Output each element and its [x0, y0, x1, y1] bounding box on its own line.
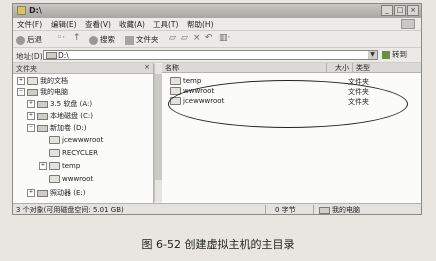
- folders-pane-header: 文件夹 ×: [13, 63, 153, 74]
- menu-edit[interactable]: 编辑(E): [51, 19, 77, 30]
- maximize-button[interactable]: □: [394, 5, 406, 16]
- chevron-down-icon[interactable]: ▼: [368, 51, 377, 59]
- undo-icon[interactable]: ↶: [205, 33, 213, 43]
- tree-item-floppy[interactable]: +3.5 软盘 (A:): [27, 99, 92, 109]
- folder-icon: [49, 162, 60, 170]
- expand-icon[interactable]: +: [27, 100, 35, 108]
- computer-icon: [319, 206, 330, 214]
- column-header-type[interactable]: 类型: [353, 63, 421, 73]
- tree-item-wwwroot[interactable]: wwwroot: [49, 175, 93, 183]
- status-location: 我的电脑: [319, 205, 360, 214]
- folder-icon: [27, 77, 38, 85]
- go-arrow-icon: [382, 51, 390, 59]
- menu-bar: 文件(F) 编辑(E) 查看(V) 收藏(A) 工具(T) 帮助(H): [13, 18, 421, 31]
- minimize-button[interactable]: _: [381, 5, 393, 16]
- tree-item-my-documents[interactable]: + 我的文档: [17, 76, 68, 86]
- menu-help[interactable]: 帮助(H): [187, 19, 214, 30]
- tree-item-jcewwwroot[interactable]: jcewwwroot: [49, 136, 103, 144]
- folder-icon: [49, 136, 60, 144]
- status-bar: 3 个对象(可用磁盘空间: 5.01 GB) 0 字节 我的电脑: [13, 203, 421, 214]
- status-divider: [313, 205, 314, 214]
- status-divider: [265, 205, 266, 214]
- collapse-icon[interactable]: −: [17, 88, 25, 96]
- title-bar: D:\ _ □ ×: [13, 4, 421, 18]
- computer-icon: [27, 88, 38, 96]
- back-arrow-icon: [16, 35, 25, 45]
- go-button[interactable]: 转到: [382, 50, 412, 60]
- copy-to-icon[interactable]: ▱: [181, 33, 188, 43]
- floppy-icon: [37, 100, 48, 108]
- folder-icon: [170, 77, 181, 85]
- menu-file[interactable]: 文件(F): [17, 19, 42, 30]
- search-icon: [89, 35, 98, 45]
- highlight-oval: [168, 80, 408, 128]
- address-label: 地址(D): [16, 52, 43, 61]
- explorer-window: D:\ _ □ × 文件(F) 编辑(E) 查看(V) 收藏(A) 工具(T) …: [12, 3, 422, 215]
- window-title: D:\: [29, 6, 42, 15]
- close-button[interactable]: ×: [407, 5, 419, 16]
- drive-icon: [37, 124, 48, 132]
- folder-icon: [49, 149, 60, 157]
- up-folder-button[interactable]: ↑: [73, 33, 81, 43]
- menu-favorites[interactable]: 收藏(A): [119, 19, 145, 30]
- move-to-icon[interactable]: ▱: [169, 33, 176, 43]
- window-controls: _ □ ×: [381, 5, 419, 16]
- folders-icon: [125, 35, 134, 45]
- address-bar: 地址(D) D:\ ▼ 转到: [13, 48, 421, 63]
- status-size: 0 字节: [275, 206, 296, 214]
- collapse-icon[interactable]: −: [27, 124, 35, 132]
- search-button[interactable]: 搜索: [89, 34, 115, 45]
- folder-icon: [49, 175, 60, 183]
- expand-icon[interactable]: +: [17, 77, 25, 85]
- close-icon[interactable]: ×: [144, 63, 150, 71]
- forward-button[interactable]: ◦·: [57, 33, 65, 43]
- menu-tools[interactable]: 工具(T): [153, 19, 178, 30]
- folder-icon: [17, 6, 26, 15]
- views-icon[interactable]: ▥·: [219, 33, 230, 43]
- windows-logo-icon: [401, 19, 415, 29]
- address-value: D:\: [58, 51, 69, 60]
- tree-item-recycler[interactable]: RECYCLER: [49, 149, 98, 157]
- tree-item-drive-e[interactable]: + 照动器 (E:): [27, 188, 85, 198]
- column-header-name[interactable]: 名称: [162, 63, 327, 73]
- status-object-count: 3 个对象(可用磁盘空间: 5.01 GB): [16, 206, 124, 214]
- tree-item-my-computer[interactable]: − 我的电脑: [17, 87, 68, 97]
- column-header-size[interactable]: 大小: [327, 63, 353, 73]
- tree-item-drive-c[interactable]: + 本地磁盘 (C:): [27, 111, 93, 121]
- tree-item-drive-d[interactable]: − 新加卷 (D:): [27, 123, 86, 133]
- folders-pane-scrollbar[interactable]: [154, 64, 162, 202]
- file-name: temp: [183, 77, 202, 85]
- menu-view[interactable]: 查看(V): [85, 19, 111, 30]
- back-button[interactable]: 后退: [16, 34, 42, 45]
- expand-icon[interactable]: +: [39, 162, 47, 170]
- drive-icon: [46, 52, 57, 59]
- folders-pane-title: 文件夹: [16, 65, 37, 73]
- scrollbar-thumb[interactable]: [155, 74, 162, 180]
- figure-caption: 图 6-52 创建虚拟主机的主目录: [141, 238, 295, 251]
- drive-icon: [37, 189, 48, 197]
- address-input[interactable]: D:\ ▼: [43, 50, 378, 60]
- delete-icon[interactable]: ×: [193, 33, 201, 43]
- drive-icon: [37, 112, 48, 120]
- folders-button[interactable]: 文件夹: [125, 34, 159, 45]
- toolbar: 后退 ◦· ↑ 搜索 文件夹 ▱ ▱ × ↶ ▥·: [13, 31, 421, 48]
- file-list-pane: 名称 大小 类型 temp 文件夹 wwwroot 文件夹 jcewwwroot…: [162, 63, 421, 203]
- tree-item-temp[interactable]: + temp: [39, 162, 80, 170]
- expand-icon[interactable]: +: [27, 112, 35, 120]
- folders-pane: 文件夹 × + 我的文档 − 我的电脑 +3.5 软盘 (A:) + 本地磁盘 (C:…: [13, 63, 154, 203]
- expand-icon[interactable]: +: [27, 189, 35, 197]
